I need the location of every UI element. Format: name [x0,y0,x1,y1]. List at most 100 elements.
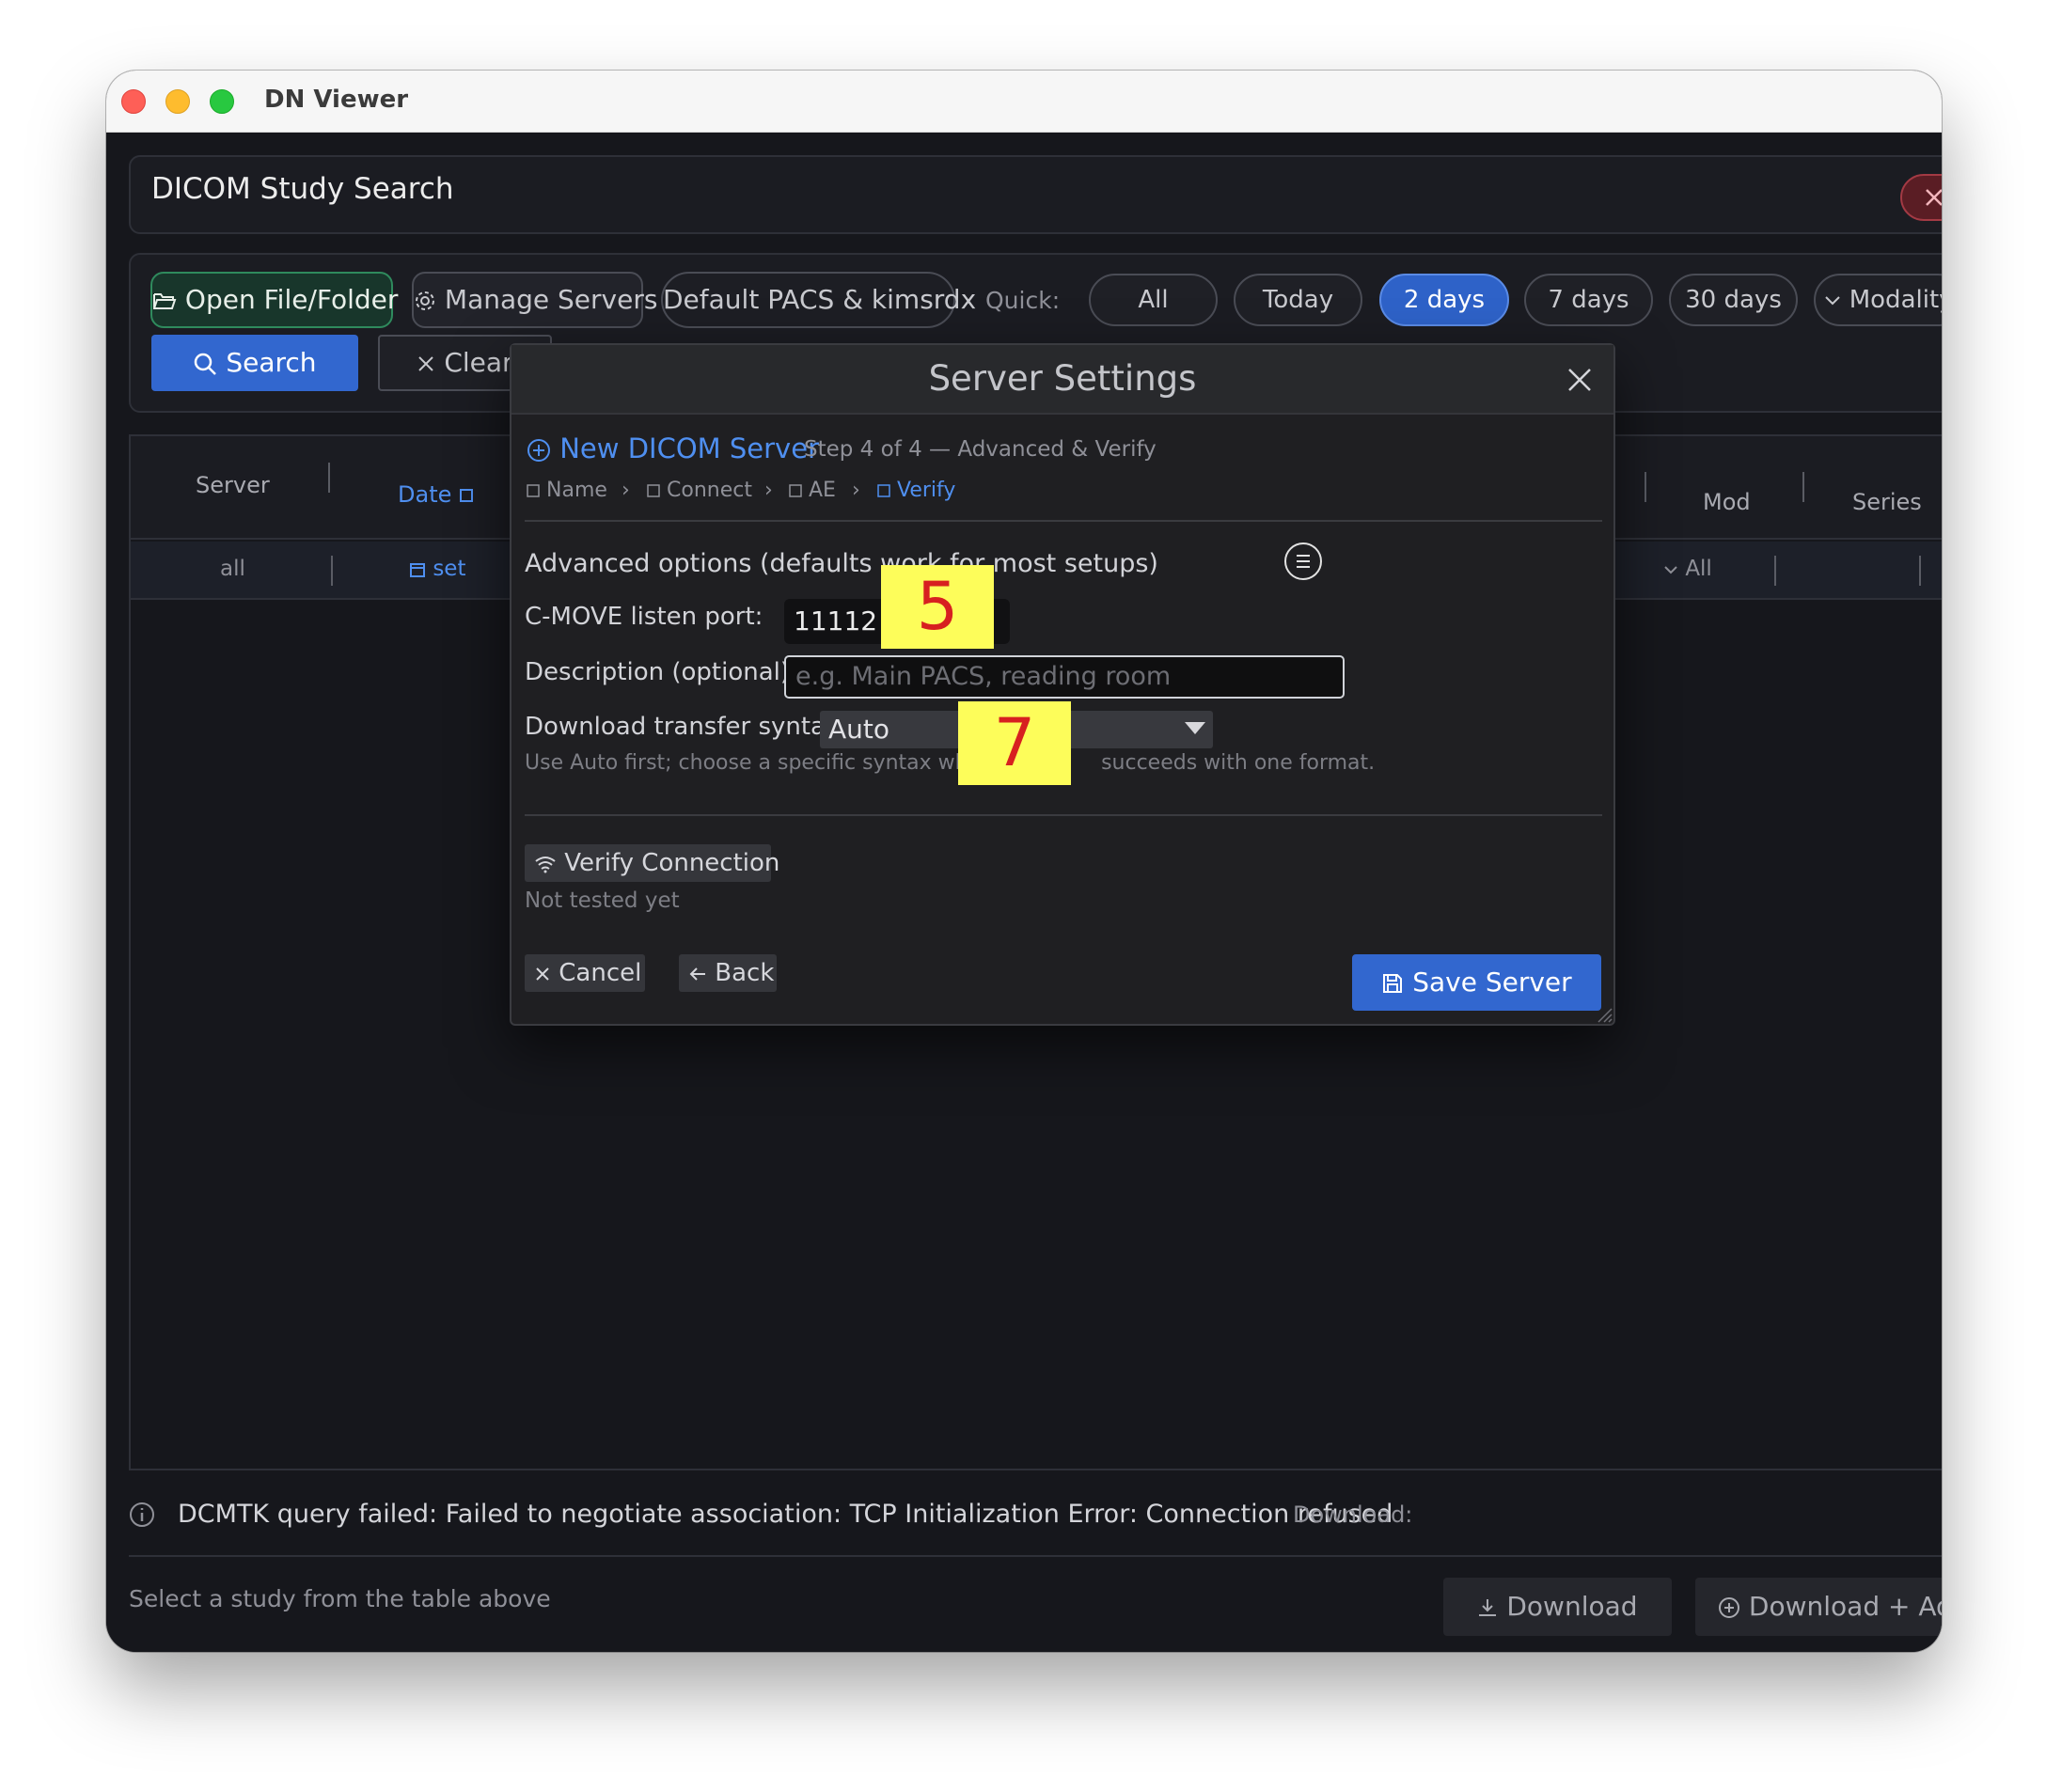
breadcrumb-label: Name [546,479,607,502]
info-icon [130,1502,154,1527]
download-icon [1479,1599,1497,1616]
step-box-icon [877,484,890,497]
quick-7-days-button[interactable]: 7 days [1524,274,1653,326]
verify-connection-label: Verify Connection [564,849,780,877]
column-resize-handle[interactable] [1802,472,1804,502]
verify-status: Not tested yet [525,888,680,913]
quick-30-days-button[interactable]: 30 days [1669,274,1798,326]
column-header-mod[interactable]: Mod [1703,489,1751,515]
close-search-button[interactable] [1900,174,1942,221]
close-icon [1926,189,1942,206]
breadcrumb-name[interactable]: Name [527,479,607,502]
verify-connection-button[interactable]: Verify Connection [525,844,779,882]
minimize-window-button[interactable] [165,89,190,114]
divider [129,1555,1942,1557]
date-header-label: Date [398,481,452,508]
dialog-title-bar[interactable]: Server Settings [512,345,1613,415]
resize-grip-icon[interactable] [1593,1003,1613,1024]
column-header-series[interactable]: Series [1852,489,1922,515]
dropdown-arrow-icon [1185,722,1205,734]
chevron-down-icon [1664,565,1677,574]
step-box-icon [789,484,802,497]
download-progress-label: Download: [1293,1501,1413,1528]
description-input[interactable]: e.g. Main PACS, reading room [784,655,1345,699]
new-server-label: New DICOM Server [559,432,819,464]
download-label: Download [1506,1591,1638,1622]
download-button[interactable]: Download [1443,1578,1672,1636]
open-file-folder-button[interactable]: Open File/Folder [150,272,398,328]
breadcrumb-separator: › [852,479,860,502]
search-button[interactable]: Search [151,335,358,391]
column-header-server[interactable]: Server [196,472,270,498]
breadcrumb-label: Verify [897,479,956,502]
gear-icon [416,291,434,310]
selection-hint: Select a study from the table above [129,1585,551,1612]
step-box-icon [527,484,540,497]
port-label: C-MOVE listen port: [525,603,763,631]
close-icon [418,356,434,371]
quick-all-button[interactable]: All [1089,274,1218,326]
default-server-selector[interactable]: Default PACS & kimsrdx [661,272,976,328]
back-button[interactable]: Back [679,954,777,992]
cancel-label: Cancel [559,959,642,987]
download-add-label: Download + Add [1748,1591,1942,1622]
annotation-marker: 5 [881,565,994,649]
quick-label: Quick: [985,287,1061,314]
clear-label: Clear [444,347,513,378]
syntax-hint: Use Auto first; choose a specific syntax… [525,751,1375,775]
status-message: DCMTK query failed: Failed to negotiate … [178,1500,1393,1529]
calendar-icon [410,562,425,577]
plus-circle-icon [1719,1597,1739,1618]
save-icon [1383,974,1403,993]
date-filter[interactable]: set [409,557,465,581]
column-resize-handle[interactable] [1645,472,1646,502]
breadcrumb-ae[interactable]: AE [789,479,836,502]
step-indicator: Step 4 of 4 — Advanced & Verify [804,437,1157,462]
close-icon [536,967,549,981]
breadcrumb-separator: › [764,479,773,502]
search-icon [195,353,217,375]
save-server-label: Save Server [1412,967,1572,998]
cancel-button[interactable]: Cancel [525,954,645,992]
sort-icon [460,489,474,502]
advanced-options-toggle[interactable] [1284,542,1322,580]
advanced-options-label: Advanced options (defaults work for most… [525,549,1158,578]
zoom-window-button[interactable] [210,89,234,114]
modality-dropdown[interactable]: Modality [1814,274,1942,326]
date-filter-label: set [433,557,466,581]
menu-icon [1297,555,1310,568]
column-divider [331,556,333,586]
column-header-date[interactable]: Date [398,481,474,508]
arrow-left-icon [689,967,705,981]
modality-filter-label: All [1685,557,1712,581]
step-box-icon [647,484,660,497]
description-label: Description (optional): [525,658,798,686]
plus-circle-icon [527,439,550,462]
quick-today-button[interactable]: Today [1234,274,1362,326]
breadcrumb-verify[interactable]: Verify [877,479,955,502]
syntax-hint-left: Use Auto first; choose a specific syntax… [525,751,995,775]
manage-servers-button[interactable]: Manage Servers [412,272,657,328]
breadcrumb-connect[interactable]: Connect [647,479,752,502]
search-header: DICOM Study Search [129,155,1942,234]
column-resize-handle[interactable] [328,463,330,493]
wifi-icon [535,856,556,872]
quick-2-days-button[interactable]: 2 days [1379,274,1509,326]
syntax-hint-right: succeeds with one format. [1101,751,1376,775]
annotation-marker: 7 [958,701,1071,785]
status-bar: DCMTK query failed: Failed to negotiate … [129,1496,1942,1543]
title-bar: DN Viewer [106,71,1942,133]
manage-servers-label: Manage Servers [444,284,658,315]
modality-filter[interactable]: All [1663,557,1712,581]
download-add-button[interactable]: Download + Add [1695,1578,1942,1636]
folder-open-icon [153,293,177,309]
modality-label: Modality [1849,286,1942,314]
window-title: DN Viewer [264,86,409,114]
divider [525,520,1602,522]
close-window-button[interactable] [121,89,146,114]
save-server-button[interactable]: Save Server [1352,954,1601,1011]
server-filter[interactable]: all [220,557,245,581]
close-icon[interactable] [1566,366,1594,394]
divider [525,814,1602,816]
column-divider [1919,556,1921,586]
